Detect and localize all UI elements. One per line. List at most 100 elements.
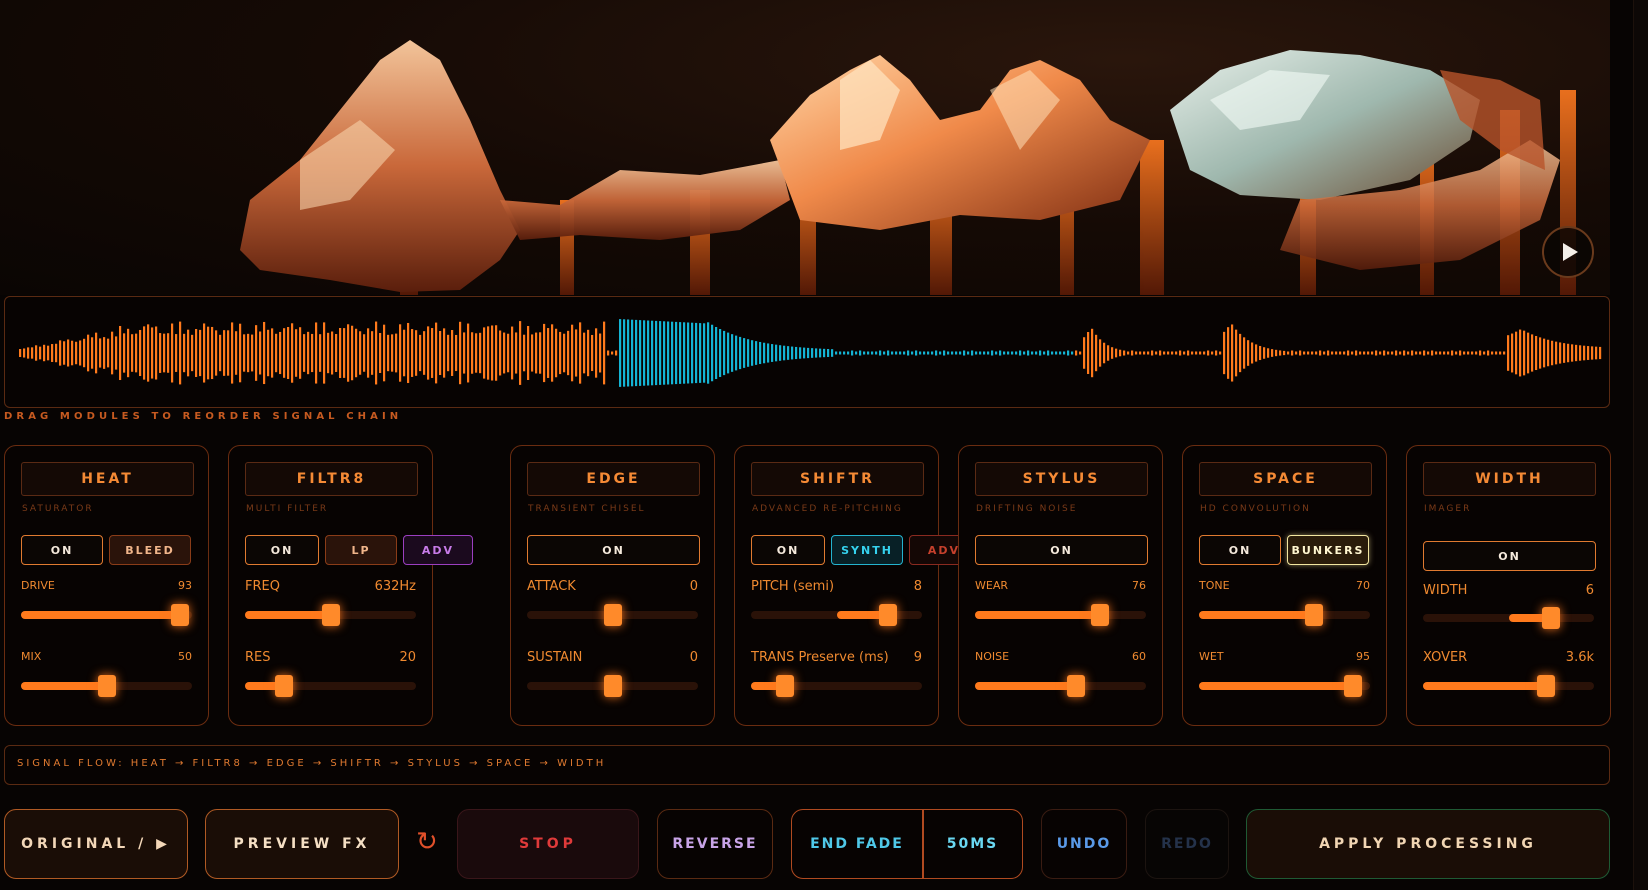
param-slider[interactable] — [527, 604, 698, 626]
param-slider[interactable] — [527, 675, 698, 697]
apply-processing-button[interactable]: APPLY PROCESSING — [1246, 809, 1610, 879]
slider-handle[interactable] — [776, 675, 795, 697]
slider-handle[interactable] — [275, 675, 294, 697]
waveform-bar — [271, 328, 274, 378]
param-value: 60 — [1132, 650, 1146, 663]
param-slider[interactable] — [975, 604, 1146, 626]
redo-button[interactable]: REDO — [1145, 809, 1229, 879]
terrain-visualizer — [0, 0, 1610, 295]
waveform-bar — [1535, 335, 1538, 371]
module-title[interactable]: STYLUS — [975, 462, 1148, 496]
slider-handle[interactable] — [1343, 675, 1362, 697]
waveform-graph[interactable] — [5, 297, 1611, 409]
slider-handle[interactable] — [171, 604, 190, 626]
reverse-button[interactable]: REVERSE — [657, 809, 773, 879]
on-toggle[interactable]: ON — [751, 535, 825, 565]
end-fade-control[interactable]: END FADE 50MS — [791, 809, 1023, 879]
stop-button[interactable]: STOP — [457, 809, 639, 879]
slider-handle[interactable] — [603, 675, 622, 697]
slider-handle[interactable] — [878, 604, 897, 626]
slider-handle[interactable] — [1542, 607, 1561, 629]
module-title[interactable]: FILTR8 — [245, 462, 418, 496]
undo-button[interactable]: UNDO — [1041, 809, 1127, 879]
play-button[interactable] — [1542, 226, 1594, 278]
param-slider[interactable] — [1423, 607, 1594, 629]
waveform-bar — [1475, 351, 1478, 355]
waveform-bar-selected — [919, 351, 922, 355]
module-card-edge[interactable]: EDGE TRANSIENT CHISEL ON ATTACK 0 SUSTAIN 0 — [510, 445, 715, 726]
waveform-bar — [1563, 343, 1566, 363]
module-title[interactable]: EDGE — [527, 462, 700, 496]
adv-toggle[interactable]: ADV — [403, 535, 473, 565]
end-fade-button[interactable]: END FADE — [792, 810, 922, 878]
module-title[interactable]: HEAT — [21, 462, 194, 496]
on-toggle[interactable]: ON — [245, 535, 319, 565]
waveform-bar — [447, 334, 450, 372]
on-toggle[interactable]: ON — [1423, 541, 1596, 571]
module-title[interactable]: WIDTH — [1423, 462, 1596, 496]
waveform-bar-selected — [779, 345, 782, 361]
slider-fill — [21, 611, 181, 619]
param-slider[interactable] — [1199, 604, 1370, 626]
waveform-bar — [227, 330, 230, 376]
waveform-bar-selected — [715, 326, 718, 380]
module-title[interactable]: SHIFTR — [751, 462, 924, 496]
param-slider[interactable] — [245, 675, 416, 697]
waveform-bar — [1411, 350, 1414, 356]
module-card-shiftr[interactable]: SHIFTR ADVANCED RE-PITCHING ON SYNTH ADV PITC… — [734, 445, 979, 726]
waveform-bar — [1303, 351, 1306, 355]
waveform-bar — [1295, 351, 1298, 355]
loop-icon[interactable]: ↻ — [416, 827, 438, 857]
bunkers-toggle[interactable]: BUNKERS — [1287, 535, 1369, 565]
param-slider[interactable] — [245, 604, 416, 626]
on-toggle[interactable]: ON — [1199, 535, 1281, 565]
slider-handle[interactable] — [603, 604, 622, 626]
waveform-bar — [1571, 344, 1574, 362]
slider-handle[interactable] — [1304, 604, 1323, 626]
waveform-bar-selected — [667, 321, 670, 385]
waveform-bar-selected — [883, 351, 886, 355]
waveform-bar — [567, 330, 570, 376]
module-title[interactable]: SPACE — [1199, 462, 1372, 496]
slider-handle[interactable] — [321, 604, 340, 626]
original-play-button[interactable]: ORIGINAL / ▶ — [4, 809, 188, 879]
param-slider[interactable] — [21, 675, 192, 697]
scrollbar[interactable] — [1633, 0, 1648, 890]
slider-handle[interactable] — [1090, 604, 1109, 626]
waveform-bar — [1463, 351, 1466, 355]
bleed-toggle[interactable]: BLEED — [109, 535, 191, 565]
slider-handle[interactable] — [97, 675, 116, 697]
fade-duration-value[interactable]: 50MS — [923, 810, 1022, 878]
waveform-display[interactable] — [4, 296, 1610, 408]
slider-handle[interactable] — [1066, 675, 1085, 697]
param-slider[interactable] — [21, 604, 192, 626]
on-toggle[interactable]: ON — [975, 535, 1148, 565]
waveform-bar-selected — [991, 350, 994, 356]
module-card-filtr8[interactable]: FILTR8 MULTI FILTER ON LP ADV FREQ 632Hz RES 20 — [228, 445, 473, 726]
waveform-bar — [187, 329, 190, 377]
waveform-bar — [1427, 351, 1430, 355]
waveform-bar — [1551, 340, 1554, 366]
module-card-space[interactable]: SPACE HD CONVOLUTION ON BUNKERS TONE 70 WET 95 — [1182, 445, 1387, 726]
waveform-bar — [1495, 351, 1498, 355]
lp-toggle[interactable]: LP — [325, 535, 397, 565]
param-slider[interactable] — [751, 604, 922, 626]
waveform-bar-selected — [791, 346, 794, 360]
synth-toggle[interactable]: SYNTH — [831, 535, 903, 565]
param-slider[interactable] — [1423, 675, 1594, 697]
module-card-stylus[interactable]: STYLUS DRIFTING NOISE ON WEAR 76 NOISE 60 — [958, 445, 1163, 726]
waveform-bar-selected — [659, 321, 662, 385]
on-toggle[interactable]: ON — [527, 535, 700, 565]
module-card-heat[interactable]: HEAT SATURATOR ON BLEED DRIVE 93 MIX 50 — [4, 445, 209, 726]
preview-fx-button[interactable]: PREVIEW FX — [205, 809, 399, 879]
on-toggle[interactable]: ON — [21, 535, 103, 565]
waveform-bar-selected — [763, 342, 766, 364]
param-slider[interactable] — [975, 675, 1146, 697]
waveform-bar — [1135, 351, 1138, 355]
waveform-bar — [39, 346, 42, 360]
waveform-bar — [223, 330, 226, 376]
param-slider[interactable] — [751, 675, 922, 697]
module-card-width[interactable]: WIDTH IMAGER ON WIDTH 6 XOVER 3.6k — [1406, 445, 1611, 726]
param-slider[interactable] — [1199, 675, 1370, 697]
slider-handle[interactable] — [1537, 675, 1556, 697]
